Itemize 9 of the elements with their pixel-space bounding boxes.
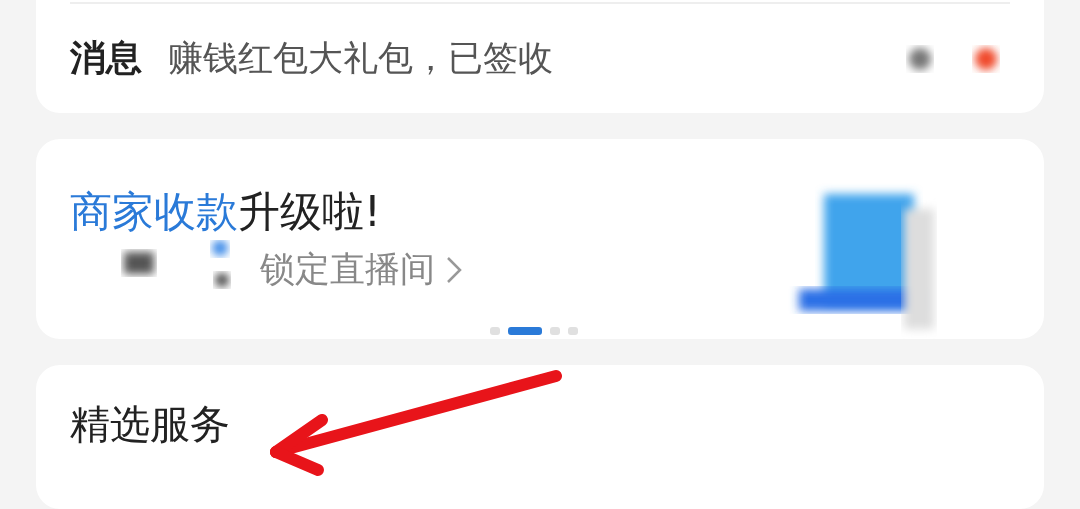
- banner-card[interactable]: 商家收款升级啦! 锁定直播间: [36, 139, 1044, 340]
- chevron-right-icon: [445, 254, 463, 285]
- message-text: 赚钱红包大礼包，已签收: [168, 37, 553, 81]
- message-card[interactable]: 消息 赚钱红包大礼包，已签收: [36, 0, 1044, 114]
- live-room-link[interactable]: 锁定直播间: [260, 246, 435, 294]
- banner-title-highlight: 商家收款: [70, 187, 238, 237]
- section-title: 精选服务: [70, 401, 230, 448]
- message-label: 消息: [70, 36, 142, 81]
- banner-title: 升级啦!: [238, 187, 381, 237]
